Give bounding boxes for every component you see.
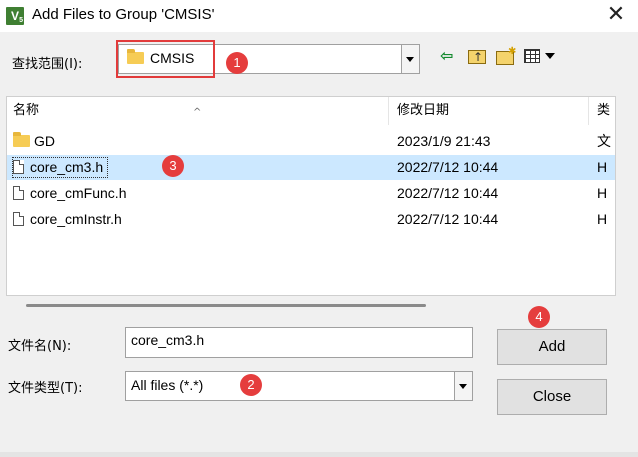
file-name-cell: core_cmInstr.h — [13, 210, 126, 229]
file-name: core_cm3.h — [30, 159, 104, 175]
file-name: core_cmInstr.h — [30, 211, 122, 227]
add-button[interactable]: Add — [497, 329, 607, 365]
file-row[interactable]: GD 2023/1/9 21:43 文 — [7, 129, 615, 154]
close-button[interactable]: Close — [497, 379, 607, 415]
chevron-down-icon[interactable] — [401, 45, 419, 73]
file-modified: 2022/7/12 10:44 — [397, 159, 499, 175]
scrollbar-thumb[interactable] — [26, 304, 426, 307]
annotation-badge-1: 1 — [226, 52, 248, 74]
app-icon-letter: V — [10, 9, 19, 23]
file-name-input[interactable]: core_cm3.h — [125, 327, 473, 358]
column-header-name-label: 名称 — [13, 103, 40, 118]
file-type: H — [597, 185, 608, 201]
chevron-down-icon[interactable] — [454, 372, 472, 400]
file-list[interactable]: 名称 ^ 修改日期 类 GD 2023/1/9 21:43 文 core_cm3… — [6, 96, 616, 296]
annotation-badge-2: 2 — [240, 374, 262, 396]
new-folder-icon[interactable] — [496, 42, 516, 65]
column-header-type[interactable]: 类 — [589, 97, 615, 125]
look-in-label: 查找范围(I): — [12, 57, 83, 72]
file-name-label: 文件名(N): — [8, 339, 72, 354]
file-name: GD — [34, 133, 55, 149]
file-type: H — [597, 211, 608, 227]
horizontal-scrollbar[interactable] — [6, 296, 616, 316]
file-type-dropdown[interactable]: All files (*.*) — [125, 371, 473, 401]
file-name-cell: core_cm3.h — [11, 157, 109, 178]
up-folder-icon[interactable] — [468, 47, 486, 67]
file-modified: 2023/1/9 21:43 — [397, 133, 491, 149]
file-icon — [13, 186, 24, 200]
column-header-modified[interactable]: 修改日期 — [389, 97, 589, 125]
file-name-cell: core_cmFunc.h — [13, 184, 130, 203]
view-dropdown-chevron-icon[interactable] — [545, 53, 555, 59]
app-icon: V5 — [6, 7, 24, 25]
file-row-selected[interactable]: core_cm3.h 2022/7/12 10:44 H — [7, 155, 615, 180]
file-icon — [13, 212, 24, 226]
annotation-badge-3: 3 — [162, 155, 184, 177]
file-type: 文 — [597, 133, 611, 149]
file-modified: 2022/7/12 10:44 — [397, 185, 499, 201]
annotation-badge-4: 4 — [528, 306, 550, 328]
file-name-cell: GD — [13, 132, 59, 151]
file-row[interactable]: core_cmFunc.h 2022/7/12 10:44 H — [7, 181, 615, 206]
file-name: core_cmFunc.h — [30, 185, 127, 201]
title-bar: V5 Add Files to Group 'CMSIS' ✕ — [0, 0, 638, 32]
file-row[interactable]: core_cmInstr.h 2022/7/12 10:44 H — [7, 207, 615, 232]
dialog-bottom-border — [0, 452, 638, 457]
window-title: Add Files to Group 'CMSIS' — [32, 6, 215, 23]
file-icon — [13, 160, 24, 174]
file-type-label: 文件类型(T): — [8, 381, 83, 396]
app-icon-sub: 5 — [19, 17, 23, 24]
close-icon[interactable]: ✕ — [602, 2, 630, 28]
column-header-name[interactable]: 名称 ^ — [7, 97, 389, 125]
file-type-value: All files (*.*) — [131, 377, 204, 393]
folder-icon — [13, 132, 30, 147]
sort-up-icon: ^ — [193, 107, 202, 118]
annotation-box — [116, 40, 215, 78]
file-modified: 2022/7/12 10:44 — [397, 211, 499, 227]
file-type: H — [597, 159, 608, 175]
view-menu-icon[interactable] — [524, 49, 540, 63]
back-icon[interactable]: ⇦ — [440, 46, 453, 66]
